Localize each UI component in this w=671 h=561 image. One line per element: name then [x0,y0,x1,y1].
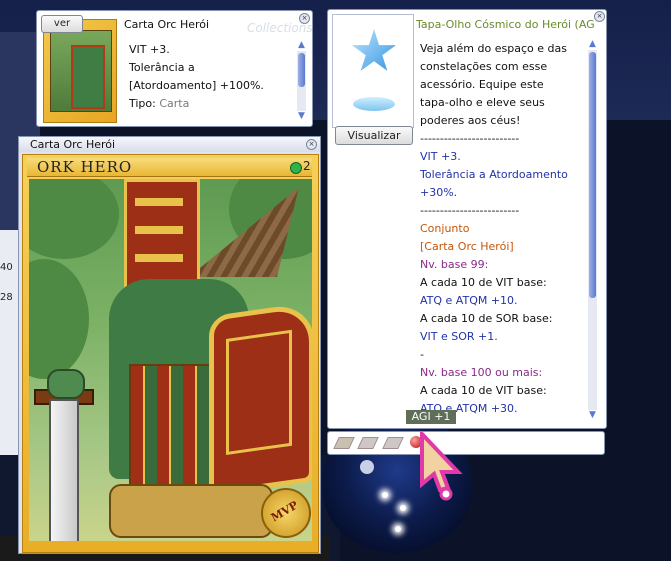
scroll-up-icon[interactable]: ▲ [297,41,306,50]
description-line: Conjunto [420,222,470,235]
description-line: tapa-olho e eleve seus [420,96,545,109]
description-line: acessório. Equipe este [420,78,544,91]
strip-number: 40 [0,262,13,273]
type-line: Tipo: Carta [129,95,299,113]
orc-figure [71,45,105,109]
description-line: +30%. [420,186,458,199]
item-title: Tapa-Olho Cósmico do Herói (AG [416,18,595,31]
item-description: Veja além do espaço e das constelações co… [420,40,585,418]
scroll-thumb[interactable] [589,52,596,298]
card-slot-icon[interactable] [382,437,404,449]
card-name: ORK HERO [37,158,133,176]
description-line: poderes aos céus! [420,114,521,127]
description-line: [Atordoamento] +100%. [129,79,264,92]
description-line: Nv. base 100 ou mais: [420,366,543,379]
type-label: Tipo: [129,97,156,110]
scrollbar[interactable]: ▲ ▼ [297,41,306,121]
card-slot-bar [327,431,605,455]
orc-sword [49,399,79,541]
item-description-window: Visualizar Tapa-Olho Cósmico do Herói (A… [327,9,607,429]
description-line: A cada 10 de VIT base: [420,384,547,397]
description-line: Tolerância a [129,61,195,74]
description-line: [Carta Orc Herói] [420,240,514,253]
close-icon[interactable]: × [306,139,317,150]
card-view-window: Carta Orc Herói × ORK HERO 2 MVP [18,136,321,554]
type-value: Carta [159,97,190,110]
description-line: ATQ e ATQM +10. [420,294,518,307]
card-tooltip-window: ver Carta Orc Herói Collections VIT +3. … [36,10,313,127]
card-artwork [29,179,312,541]
description-line: VIT e SOR +1. [420,330,498,343]
sparkle [400,505,406,511]
sparkle [382,492,388,498]
visualize-button[interactable]: Visualizar [335,126,413,145]
orb-center [360,460,374,474]
strip-number: 28 [0,292,13,303]
orc-helmet [124,179,200,295]
close-icon[interactable]: × [299,13,310,24]
enchant-tooltip: AGI +1 [406,410,456,424]
card-slot-icon[interactable] [357,437,379,449]
description-line: Tolerância a Atordoamento [420,168,568,181]
scroll-thumb[interactable] [298,53,305,87]
description-line: Nv. base 99: [420,258,489,271]
bush [29,259,89,379]
description-line: VIT +3. [129,43,170,56]
mvp-badge: MVP [261,488,311,538]
star-icon [351,29,397,71]
bush [29,179,119,259]
card-thumbnail-art [50,30,112,112]
card-slot-icon[interactable] [333,437,355,449]
description-line: Veja além do espaço e das [420,42,567,55]
eyepatch-icon [353,97,395,111]
mvp-label: MVP [268,498,301,525]
card-tooltip-title: Carta Orc Herói [124,18,210,31]
card-tooltip-description: VIT +3. Tolerância a [Atordoamento] +100… [129,41,299,113]
scroll-up-icon[interactable]: ▲ [588,40,597,49]
window-title: Carta Orc Herói [30,138,116,151]
orc-hand [47,369,85,399]
cursor-pointer-icon [420,432,463,501]
orc-shield [209,301,312,497]
description-line: VIT +3. [420,150,461,163]
description-line: ------------------------- [420,204,520,217]
window-titlebar[interactable]: Carta Orc Herói × [19,137,320,152]
card-illustration: ORK HERO 2 MVP [22,154,319,553]
description-line: A cada 10 de SOR base: [420,312,553,325]
slot-count: 2 [303,159,311,173]
sparkle [395,526,401,532]
scroll-down-icon[interactable]: ▼ [297,112,306,121]
description-line: - [420,348,424,361]
scrollbar[interactable]: ▲ ▼ [588,40,597,420]
close-icon[interactable]: × [594,11,605,22]
card-name-banner: ORK HERO 2 [27,158,312,177]
view-button[interactable]: ver [41,15,83,33]
description-line: A cada 10 de VIT base: [420,276,547,289]
item-image-box [332,14,414,128]
orc-feet [109,484,273,538]
scroll-down-icon[interactable]: ▼ [588,411,597,420]
slot-gem-icon [290,162,302,174]
card-thumbnail [43,19,117,123]
description-line: constelações com esse [420,60,548,73]
description-line: ------------------------- [420,132,520,145]
